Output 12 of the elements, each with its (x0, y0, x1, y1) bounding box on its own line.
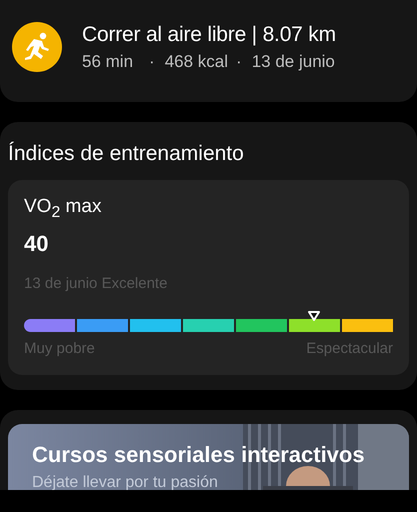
metric-value: 40 (24, 230, 50, 257)
metric-label: VO$_{2}$ max (24, 196, 102, 222)
activity-stat: 13 de junio (252, 52, 335, 72)
section-heading: Índices de entrenamiento (8, 142, 245, 166)
promo-title: Cursos sensoriales interactivos (32, 442, 366, 468)
promo-subtitle: Déjate llevar por tu pasión (32, 474, 219, 490)
separator-dot: · (236, 52, 242, 72)
separator-dot: · (149, 52, 155, 72)
activity-title: Correr al aire libre | 8.07 km (82, 22, 336, 46)
running-icon (12, 22, 62, 72)
activity-stat: 56 min (82, 52, 134, 72)
activity-stat: 468 kcal (164, 52, 228, 72)
